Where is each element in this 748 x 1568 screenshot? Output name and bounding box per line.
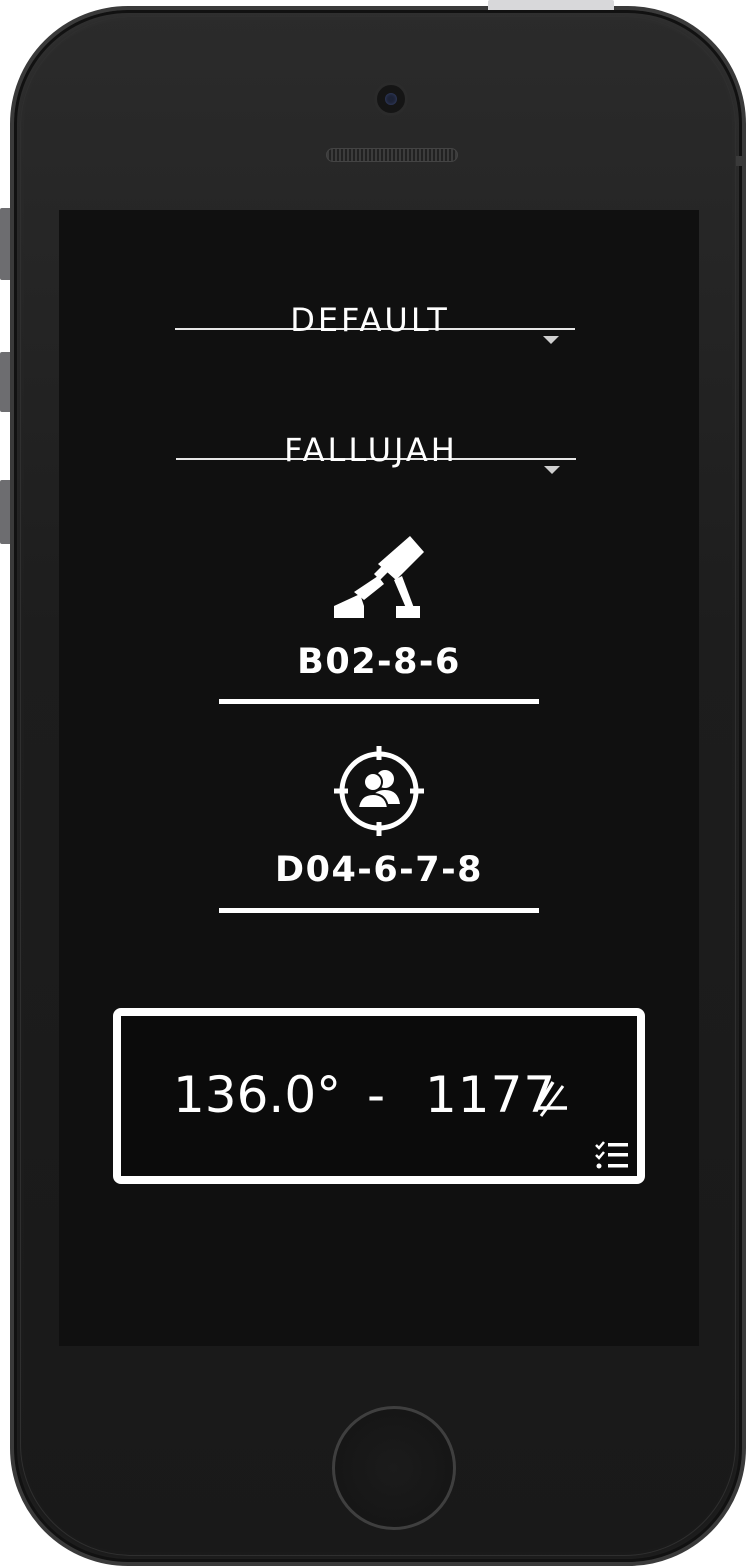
separator: - (367, 1066, 386, 1124)
chevron-down-icon (544, 466, 560, 474)
earpiece-speaker (326, 148, 458, 162)
profile-dropdown[interactable]: DEFAULT (175, 258, 575, 344)
map-dropdown[interactable]: FALLUJAH (176, 388, 576, 474)
volume-down-button (0, 480, 10, 544)
phone-side-switch (736, 156, 742, 166)
power-button (488, 0, 614, 10)
home-button[interactable] (332, 1406, 456, 1530)
mortar-icon (334, 536, 424, 624)
volume-up-button (0, 352, 10, 412)
target-crosshair-group-icon (334, 746, 424, 840)
map-dropdown-value: FALLUJAH (284, 431, 458, 469)
mil-symbol-icon (533, 1072, 573, 1117)
mortar-position-selector[interactable]: B02-8-6 (219, 536, 539, 706)
target-position-selector[interactable]: D04-6-7-8 (219, 746, 539, 916)
profile-dropdown-value: DEFAULT (290, 301, 450, 339)
azimuth-value: 136.0° (173, 1066, 342, 1124)
target-grid-label: D04-6-7-8 (275, 850, 483, 890)
mortar-grid-label: B02-8-6 (297, 642, 461, 682)
firing-solution-panel: 136.0° - 1177 (113, 1008, 645, 1184)
app-screen: DEFAULT FALLUJAH B02-8-6 D04-6-7-8 136.0… (59, 210, 699, 1346)
mute-switch (0, 208, 10, 280)
front-camera (374, 82, 408, 116)
target-underline (219, 908, 539, 913)
mortar-underline (219, 699, 539, 704)
checklist-icon[interactable] (595, 1140, 629, 1170)
chevron-down-icon (543, 336, 559, 344)
